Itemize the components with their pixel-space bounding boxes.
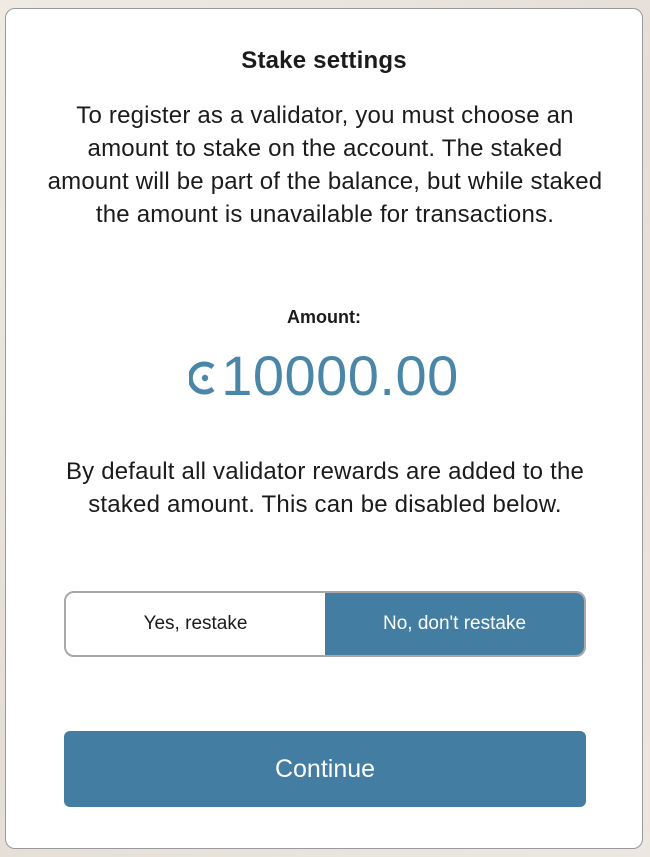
- stake-settings-dialog: Stake settings To register as a validato…: [5, 8, 643, 849]
- amount-display: 10000.00: [6, 343, 642, 408]
- continue-button[interactable]: Continue: [64, 731, 586, 807]
- amount-value: 10000.00: [221, 344, 459, 407]
- rewards-description: By default all validator rewards are add…: [65, 458, 585, 518]
- no-restake-option[interactable]: No, don't restake: [325, 593, 584, 655]
- dialog-description: To register as a validator, you must cho…: [47, 102, 603, 228]
- ccd-icon: [189, 361, 215, 394]
- amount-label: Amount:: [287, 307, 361, 327]
- dialog-title: Stake settings: [241, 47, 407, 74]
- restake-toggle: Yes, restake No, don't restake: [64, 591, 586, 657]
- yes-restake-option[interactable]: Yes, restake: [66, 593, 325, 655]
